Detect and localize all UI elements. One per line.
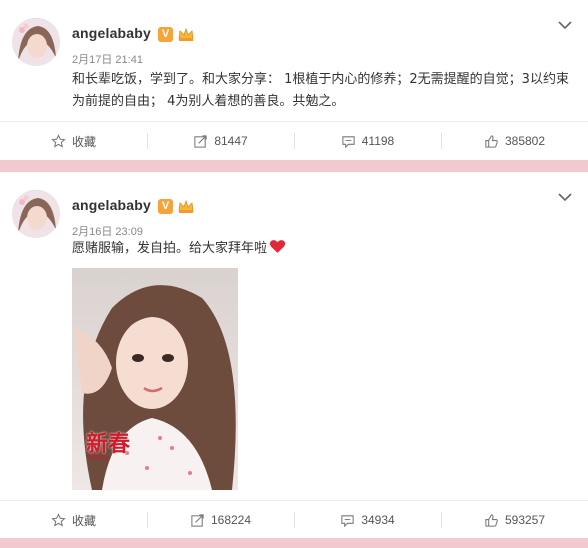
post-text: 和长辈吃饭，学到了。和大家分享： 1根植于内心的修养；2无需提醒的自觉；3以约束… xyxy=(72,72,569,109)
favorite-label: 收藏 xyxy=(71,513,96,528)
star-icon xyxy=(51,133,66,148)
verified-badge-icon: V xyxy=(158,199,173,214)
weibo-post: angelababy V 2月17日 21:41 和长辈吃饭，学到了。和大家分享… xyxy=(0,0,588,160)
like-icon xyxy=(485,134,498,148)
repost-button[interactable]: 81447 xyxy=(147,122,294,160)
avatar[interactable] xyxy=(12,190,60,238)
member-crown-icon xyxy=(178,27,194,41)
like-button[interactable]: 593257 xyxy=(441,501,588,539)
post-text-wrap: 愿赌服输，发自拍。给大家拜年啦 xyxy=(72,238,572,260)
chevron-down-icon[interactable] xyxy=(558,20,572,30)
chevron-down-icon[interactable] xyxy=(558,192,572,202)
comment-icon xyxy=(341,514,354,527)
weibo-post: angelababy V 2月16日 23:09 愿赌服输，发自拍。给大家拜年啦 xyxy=(0,172,588,548)
like-count: 593257 xyxy=(504,513,546,527)
favorite-button[interactable]: 收藏 xyxy=(0,501,147,539)
post-time[interactable]: 2月16日 23:09 xyxy=(72,223,143,239)
star-icon xyxy=(51,512,66,527)
comment-button[interactable]: 34934 xyxy=(294,501,441,539)
repost-count: 81447 xyxy=(214,134,248,148)
member-crown-icon xyxy=(178,199,194,213)
repost-button[interactable]: 168224 xyxy=(147,501,294,539)
comment-count: 41198 xyxy=(361,134,395,148)
like-button[interactable]: 385802 xyxy=(441,122,588,160)
comment-button[interactable]: 41198 xyxy=(294,122,441,160)
repost-icon xyxy=(191,513,204,527)
comment-count: 34934 xyxy=(361,513,395,527)
post-time[interactable]: 2月17日 21:41 xyxy=(72,51,143,67)
repost-icon xyxy=(194,134,207,148)
photo-caption-small: Happy xyxy=(88,454,109,461)
post-photo[interactable]: 新春 Happy xyxy=(72,268,238,490)
comment-icon xyxy=(342,135,355,148)
favorite-label: 收藏 xyxy=(71,134,96,149)
like-count: 385802 xyxy=(504,134,546,148)
action-bar: 收藏 81447 41198 385802 xyxy=(0,121,588,160)
username[interactable]: angelababy xyxy=(72,25,151,41)
heart-emoji xyxy=(269,240,286,253)
verified-badge-icon: V xyxy=(158,27,173,42)
favorite-button[interactable]: 收藏 xyxy=(0,122,147,160)
action-bar: 收藏 168224 34934 593257 xyxy=(0,500,588,539)
post-separator xyxy=(0,538,588,548)
post-text: 愿赌服输，发自拍。给大家拜年啦 xyxy=(72,241,268,256)
post-separator xyxy=(0,160,588,172)
repost-count: 168224 xyxy=(210,513,252,527)
username[interactable]: angelababy xyxy=(72,197,151,213)
avatar[interactable] xyxy=(12,18,60,66)
like-icon xyxy=(485,513,498,527)
